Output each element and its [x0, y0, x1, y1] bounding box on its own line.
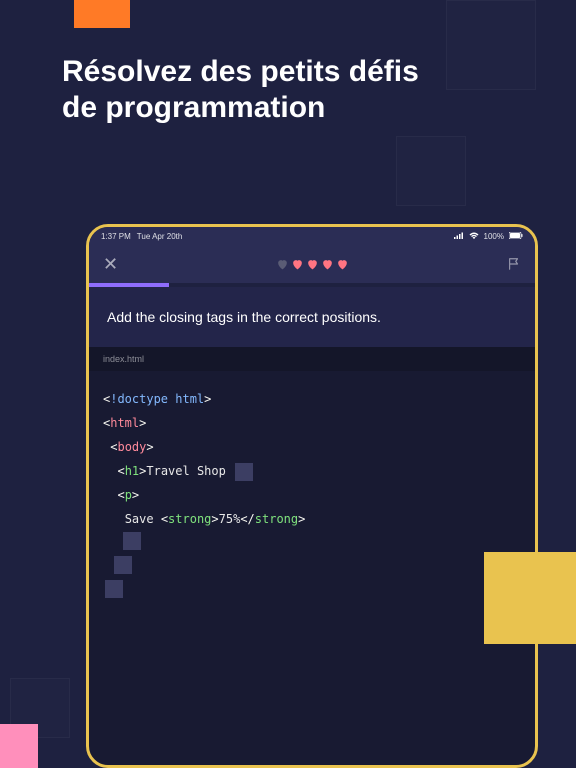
pink-decor	[0, 724, 38, 768]
code-percent: 75%	[219, 512, 241, 526]
tablet-frame: 1:37 PM Tue Apr 20th 100% ✕	[86, 224, 538, 768]
app-header: ✕	[89, 245, 535, 283]
heart-full-icon	[291, 258, 304, 271]
code-h1-tag: h1	[125, 464, 139, 478]
code-body-tag: body	[117, 440, 146, 454]
battery-icon	[509, 232, 523, 241]
code-h1-text: Travel Shop	[146, 464, 225, 478]
instruction-text: Add the closing tags in the correct posi…	[89, 287, 535, 347]
status-bar: 1:37 PM Tue Apr 20th 100%	[89, 227, 535, 245]
code-html-tag: html	[110, 416, 139, 430]
code-doctype: !doctype html	[110, 392, 204, 406]
wifi-icon	[469, 232, 479, 241]
code-save-text: Save	[125, 512, 161, 526]
headline-line1: Résolvez des petits défis	[62, 54, 536, 90]
headline: Résolvez des petits défis de programmati…	[62, 54, 536, 126]
heart-full-icon	[321, 258, 334, 271]
code-p-tag: p	[125, 488, 132, 502]
heart-empty-icon	[276, 258, 289, 271]
heart-full-icon	[336, 258, 349, 271]
close-icon[interactable]: ✕	[103, 254, 118, 275]
heart-full-icon	[306, 258, 319, 271]
code-strong-close: strong	[255, 512, 298, 526]
status-time: 1:37 PM	[101, 232, 131, 241]
flag-icon[interactable]	[507, 257, 521, 271]
drop-slot[interactable]	[114, 556, 132, 574]
hearts-row	[276, 258, 349, 271]
orange-decor	[74, 0, 130, 28]
drop-slot[interactable]	[235, 463, 253, 481]
yellow-decor	[484, 552, 576, 644]
drop-slot[interactable]	[105, 580, 123, 598]
code-strong-open: strong	[168, 512, 211, 526]
code-editor[interactable]: <!doctype html> <html> <body> <h1>Travel…	[89, 371, 535, 615]
headline-line2: de programmation	[62, 90, 536, 126]
file-tab[interactable]: index.html	[89, 347, 535, 371]
drop-slot[interactable]	[123, 532, 141, 550]
battery-text: 100%	[484, 232, 504, 241]
status-date: Tue Apr 20th	[137, 232, 183, 241]
signal-icon	[454, 232, 464, 241]
